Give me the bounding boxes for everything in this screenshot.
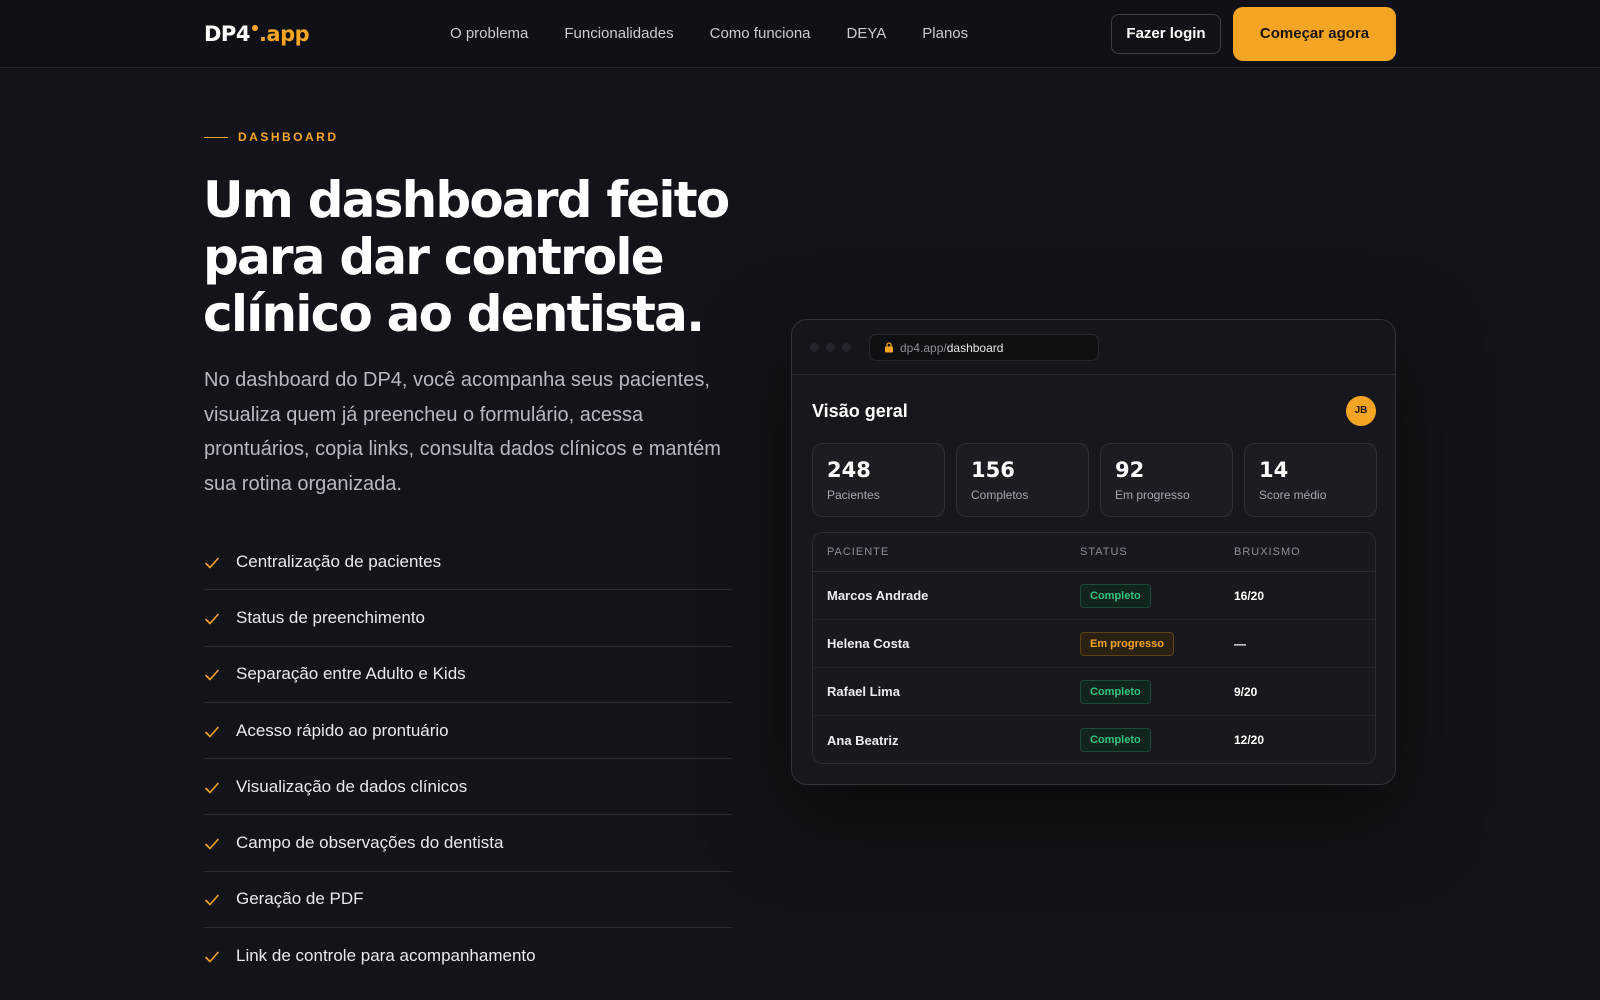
- url-bar: dp4.app/dashboard: [869, 334, 1099, 361]
- window-controls: [810, 343, 851, 352]
- nav-link-problema[interactable]: O problema: [450, 22, 528, 46]
- status-cell: Completo: [1080, 583, 1234, 608]
- feature-list: Centralização de pacientes Status de pre…: [204, 534, 732, 984]
- window-dot: [810, 343, 819, 352]
- logo-dot: [251, 25, 258, 31]
- patient-name: Ana Beatriz: [827, 732, 899, 748]
- stat-card-complete: 156 Completos: [956, 443, 1089, 517]
- check-icon: [205, 613, 219, 625]
- column-header-patient: PACIENTE: [827, 546, 890, 558]
- status-badge: Completo: [1080, 679, 1151, 704]
- login-button[interactable]: Fazer login: [1111, 14, 1221, 54]
- feature-item: Geração de PDF: [204, 872, 732, 929]
- feature-label: Visualização de dados clínicos: [236, 776, 468, 796]
- overview-title: Visão geral: [812, 401, 908, 421]
- feature-item: Visualização de dados clínicos: [204, 759, 732, 816]
- table-row[interactable]: Marcos Andrade Completo 16/20: [813, 572, 1375, 620]
- url-path: dashboard: [946, 340, 1004, 355]
- feature-label: Geração de PDF: [236, 889, 364, 909]
- feature-item: Separação entre Adulto e Kids: [204, 647, 732, 703]
- feature-label: Separação entre Adulto e Kids: [236, 664, 466, 684]
- stat-value: 156: [971, 458, 1015, 482]
- hero-title: Um dashboard feito para dar controle clí…: [203, 171, 730, 343]
- nav-link-planos[interactable]: Planos: [922, 22, 968, 46]
- status-badge: Em progresso: [1080, 631, 1174, 656]
- lock-icon: [885, 342, 893, 353]
- url-host: dp4.app/: [900, 340, 947, 355]
- feature-label: Status de preenchimento: [236, 607, 426, 627]
- hero-description: No dashboard do DP4, você acompanha seus…: [204, 369, 721, 495]
- stat-value: 248: [827, 458, 871, 482]
- table-row[interactable]: Helena Costa Em progresso —: [813, 620, 1375, 668]
- patients-table: PACIENTE STATUS BRUXISMO Marcos Andrade …: [812, 532, 1376, 764]
- table-row[interactable]: Rafael Lima Completo 9/20: [813, 668, 1375, 716]
- status-badge: Completo: [1080, 728, 1151, 752]
- check-icon: [205, 895, 219, 906]
- eyebrow-line: [204, 136, 228, 138]
- nav-links: O problema Funcionalidades Como funciona…: [450, 22, 968, 46]
- check-icon: [205, 838, 219, 850]
- bruxism-score: 12/20: [1234, 733, 1265, 747]
- stat-label: Score médio: [1259, 488, 1327, 502]
- dashboard-preview: dp4.app/dashboard Visão geral JB 248 Pac…: [791, 319, 1396, 785]
- feature-item: Acesso rápido ao prontuário: [204, 703, 732, 760]
- patient-name: Helena Costa: [827, 636, 910, 651]
- status-cell: Em progresso: [1080, 631, 1234, 656]
- avatar[interactable]: JB: [1346, 396, 1376, 426]
- table-row[interactable]: Ana Beatriz Completo 12/20: [813, 716, 1375, 763]
- feature-item: Centralização de pacientes: [204, 534, 732, 591]
- column-header-bruxism: BRUXISMO: [1234, 546, 1301, 558]
- logo[interactable]: DP4 .app: [204, 20, 310, 48]
- nav-link-deya[interactable]: DEYA: [847, 22, 887, 46]
- check-icon: [205, 951, 219, 963]
- feature-label: Campo de observações do dentista: [236, 833, 504, 853]
- section-eyebrow: DASHBOARD: [204, 130, 339, 144]
- column-header-status: STATUS: [1080, 546, 1128, 558]
- stat-label: Em progresso: [1115, 488, 1190, 502]
- nav-link-como-funciona[interactable]: Como funciona: [710, 22, 811, 46]
- feature-item: Link de controle para acompanhamento: [204, 928, 732, 984]
- logo-text: DP4: [204, 22, 250, 46]
- feature-label: Link de controle para acompanhamento: [236, 946, 536, 966]
- table-header: PACIENTE STATUS BRUXISMO: [813, 533, 1375, 572]
- stat-card-average-score: 14 Score médio: [1244, 443, 1377, 517]
- status-cell: Completo: [1080, 728, 1234, 752]
- window-dot: [842, 343, 851, 352]
- stat-value: 14: [1259, 458, 1289, 482]
- check-icon: [205, 726, 219, 737]
- patient-name: Marcos Andrade: [827, 588, 929, 603]
- nav-link-funcionalidades[interactable]: Funcionalidades: [564, 22, 673, 46]
- bruxism-score: —: [1234, 636, 1246, 651]
- feature-label: Acesso rápido ao prontuário: [236, 720, 449, 740]
- stat-label: Pacientes: [827, 488, 880, 502]
- browser-bar: dp4.app/dashboard: [792, 320, 1395, 375]
- feature-label: Centralização de pacientes: [236, 551, 442, 571]
- feature-item: Status de preenchimento: [204, 590, 732, 647]
- top-nav: DP4 .app O problema Funcionalidades Como …: [0, 0, 1600, 68]
- stat-card-patients: 248 Pacientes: [812, 443, 945, 517]
- bruxism-score: 16/20: [1234, 588, 1265, 603]
- window-dot: [826, 343, 835, 352]
- bruxism-score: 9/20: [1234, 684, 1258, 699]
- patient-name: Rafael Lima: [827, 684, 900, 699]
- stat-card-in-progress: 92 Em progresso: [1100, 443, 1233, 517]
- status-cell: Completo: [1080, 679, 1234, 704]
- stats-row: 248 Pacientes 156 Completos 92 Em progre…: [812, 443, 1377, 517]
- feature-item: Campo de observações do dentista: [204, 815, 732, 872]
- start-now-button[interactable]: Começar agora: [1233, 7, 1396, 61]
- eyebrow-text: DASHBOARD: [238, 130, 339, 144]
- check-icon: [205, 557, 219, 568]
- check-icon: [205, 669, 219, 681]
- logo-suffix: .app: [258, 22, 310, 46]
- check-icon: [205, 782, 219, 794]
- stat-label: Completos: [971, 488, 1029, 502]
- status-badge: Completo: [1080, 583, 1151, 608]
- stat-value: 92: [1115, 458, 1145, 482]
